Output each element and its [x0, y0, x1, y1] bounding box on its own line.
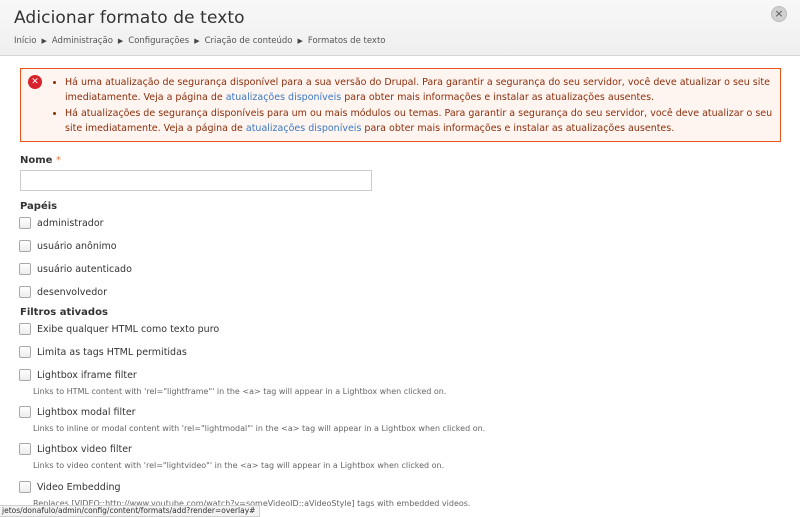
breadcrumb-separator-icon: ▶: [41, 37, 47, 45]
checkbox[interactable]: [19, 217, 31, 229]
breadcrumb-separator-icon: ▶: [117, 37, 124, 45]
role-label: usuário anônimo: [37, 240, 117, 252]
error-message-text: para obter mais informações e instalar a…: [361, 123, 675, 134]
filter-checkbox-lightbox-modal[interactable]: Lightbox modal filter: [19, 405, 136, 419]
filter-checkbox-limit-html[interactable]: Limita as tags HTML permitidas: [19, 345, 187, 359]
checkbox[interactable]: [19, 443, 31, 455]
breadcrumb-formatos-de-texto[interactable]: Formatos de texto: [308, 36, 386, 46]
filter-label: Lightbox video filter: [37, 443, 132, 455]
filter-label: Lightbox iframe filter: [37, 369, 137, 381]
checkbox[interactable]: [19, 240, 31, 252]
name-label: Nome *: [20, 155, 61, 166]
filter-description: Links to HTML content with 'rel="lightfr…: [33, 387, 447, 396]
filter-checkbox-lightbox-iframe[interactable]: Lightbox iframe filter: [19, 368, 137, 382]
breadcrumb-separator-icon: ▶: [297, 37, 303, 45]
filter-label: Exibe qualquer HTML como texto puro: [37, 323, 220, 335]
breadcrumb-administracao[interactable]: Administração: [52, 36, 113, 46]
error-message-2: Há atualizações de segurança disponíveis…: [65, 106, 777, 136]
filter-description: Links to video content with 'rel="lightv…: [33, 461, 445, 470]
filters-label: Filtros ativados: [20, 307, 108, 318]
breadcrumb-separator-icon: ▶: [194, 37, 200, 45]
name-label-text: Nome: [20, 155, 53, 166]
role-checkbox-administrador[interactable]: administrador: [19, 216, 104, 230]
role-label: administrador: [37, 217, 104, 229]
checkbox[interactable]: [19, 323, 31, 335]
filter-checkbox-lightbox-video[interactable]: Lightbox video filter: [19, 442, 132, 456]
breadcrumb-criacao-de-conteudo[interactable]: Criação de conteúdo: [205, 36, 293, 46]
breadcrumb: Início ▶ Administração ▶ Configurações ▶ Criaç…: [14, 36, 385, 46]
checkbox[interactable]: [19, 346, 31, 358]
role-checkbox-usuario-autenticado[interactable]: usuário autenticado: [19, 262, 132, 276]
checkbox[interactable]: [19, 263, 31, 275]
filter-label: Lightbox modal filter: [37, 406, 136, 418]
filter-checkbox-video-embedding[interactable]: Video Embedding: [19, 480, 121, 494]
page-title: Adicionar formato de texto: [14, 8, 245, 28]
filter-label: Limita as tags HTML permitidas: [37, 346, 187, 358]
role-checkbox-desenvolvedor[interactable]: desenvolvedor: [19, 285, 107, 299]
role-label: usuário autenticado: [37, 263, 132, 275]
filter-description: Links to inline or modal content with 'r…: [33, 424, 486, 433]
error-icon: ✕: [28, 75, 42, 89]
filter-checkbox-plain-text[interactable]: Exibe qualquer HTML como texto puro: [19, 322, 219, 336]
roles-label: Papéis: [20, 201, 58, 212]
error-messages: ✕ Há uma atualização de segurança dispon…: [20, 68, 781, 142]
error-message-text: para obter mais informações e instalar a…: [341, 92, 655, 103]
filter-label: Video Embedding: [37, 481, 121, 493]
available-updates-link[interactable]: atualizações disponíveis: [226, 92, 342, 103]
required-marker: *: [55, 155, 61, 166]
breadcrumb-inicio[interactable]: Início: [14, 36, 37, 46]
role-label: desenvolvedor: [37, 286, 107, 298]
overlay-header: Adicionar formato de texto Início ▶ Admini…: [0, 0, 800, 56]
available-updates-link[interactable]: atualizações disponíveis: [246, 123, 362, 134]
error-message-1: Há uma atualização de segurança disponív…: [65, 75, 777, 105]
checkbox[interactable]: [19, 286, 31, 298]
browser-status-bar: jetos/donafulo/admin/config/content/form…: [0, 505, 261, 517]
role-checkbox-usuario-anonimo[interactable]: usuário anônimo: [19, 239, 117, 253]
name-input[interactable]: [20, 170, 372, 191]
checkbox[interactable]: [19, 481, 31, 493]
close-overlay-button[interactable]: ×: [771, 6, 787, 22]
checkbox[interactable]: [19, 369, 31, 381]
checkbox[interactable]: [19, 406, 31, 418]
close-icon: ×: [774, 7, 784, 20]
error-messages-list: Há uma atualização de segurança disponív…: [65, 75, 777, 137]
breadcrumb-configuracoes[interactable]: Configurações: [128, 36, 189, 46]
